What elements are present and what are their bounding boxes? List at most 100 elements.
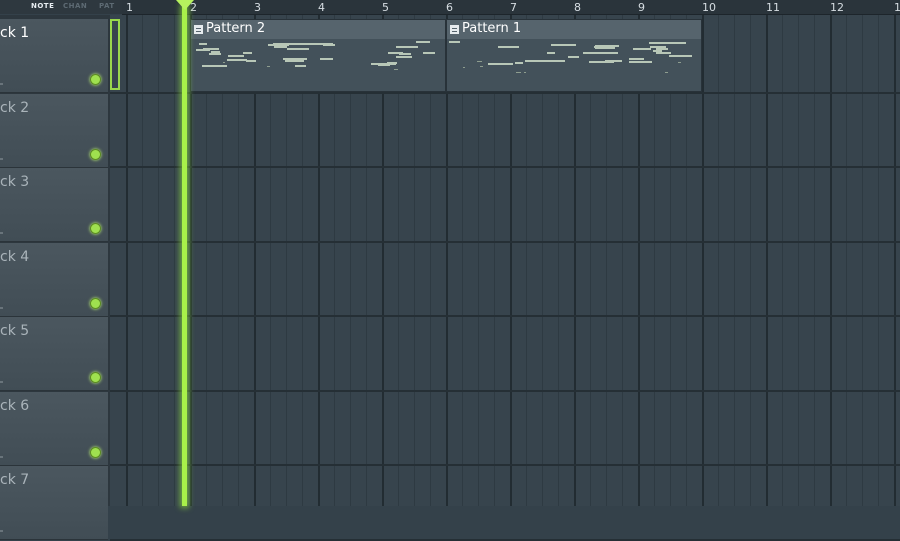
note-mark [283,58,304,60]
pattern-clip-icon[interactable] [194,25,203,34]
track-header[interactable]: ck 5 [0,317,108,391]
grid-line [750,15,751,506]
note-mark [203,48,219,50]
note-mark [666,42,686,44]
note-mark [583,52,604,54]
note-mark [274,46,287,48]
grid-line [862,15,863,506]
pattern-clip-icon[interactable] [450,25,459,34]
note-mark [480,66,483,67]
grid-line [734,15,735,506]
track-divider [110,464,900,466]
grid-line [158,15,159,506]
note-mark [423,52,435,54]
note-mark [605,60,622,62]
track-header[interactable]: ck 7 [0,466,108,540]
track-grip-icon [0,157,3,160]
track-name: ck 5 [0,323,30,339]
note-mark [227,59,247,61]
note-mark [273,43,297,45]
track-header[interactable]: ck 6 [0,391,108,466]
track-grip-icon [0,232,3,234]
note-mark [678,62,681,63]
note-mark [228,55,244,57]
note-mark [295,65,306,67]
note-mark [595,47,615,49]
note-mark [396,46,418,48]
note-mark [209,53,221,55]
ruler-bar-number: 9 [638,1,645,14]
note-mark [243,52,252,54]
clip-header[interactable]: Pattern 1 [447,20,701,39]
note-mark [320,58,333,60]
note-mark [629,61,652,63]
track-grip-icon [0,83,3,85]
track-divider [110,538,900,541]
track-name: ck 3 [0,174,30,190]
pattern-clip[interactable]: Pattern 1 [446,19,702,92]
track-enable-led-icon[interactable] [90,148,101,160]
ruler-bar-number: 12 [830,1,844,14]
track-name: ck 6 [0,397,30,414]
note-mark [285,60,304,62]
clip-title: Pattern 1 [462,21,522,36]
ruler-bar-number: 6 [446,1,453,14]
note-mark [202,65,227,67]
track-divider [110,166,900,168]
playhead-line[interactable] [182,6,187,506]
grid-line [766,15,768,506]
ruler-bar-number: 3 [254,1,261,14]
note-mark [629,58,644,60]
pattern-clip[interactable]: Pattern 2 [190,19,446,92]
track-name: ck 7 [0,472,30,488]
track-grip-icon [0,381,3,383]
track-enable-led-icon[interactable] [90,74,101,85]
note-mark [287,48,309,50]
track-enable-led-icon[interactable] [90,297,101,309]
track-header[interactable]: ck 2 [0,93,108,168]
track-header[interactable]: ck 1 [0,19,108,93]
note-mark [394,69,398,70]
note-mark [525,60,547,62]
note-mark [295,43,320,45]
note-mark [604,52,618,54]
track-headers: ck 1 ck 2 ck 3 ck 4 ck 5 ck 6 ck 7 [0,15,122,540]
note-mark [551,44,576,46]
mode-tab-pat[interactable]: PAT [99,2,115,10]
track-header[interactable]: ck 4 [0,242,108,317]
track-enable-led-icon[interactable] [90,223,101,234]
clip-note-preview [447,39,701,91]
note-mark [653,50,662,52]
ruler-bar-number: 11 [766,1,780,14]
grid-line [878,15,879,506]
track-grip-icon [0,306,3,309]
mode-tab-note[interactable]: NOTE [31,2,54,10]
note-mark [650,46,666,48]
track-divider [110,240,900,243]
ruler-bar-number: 5 [382,1,389,14]
mode-tab-chan[interactable]: CHAN [63,2,87,10]
note-mark [267,66,270,67]
note-mark [246,60,256,62]
note-mark [488,63,513,65]
note-mark [396,56,412,58]
clip-title: Pattern 2 [206,21,266,36]
track-header[interactable]: ck 3 [0,168,108,242]
note-mark [656,52,671,54]
timeline-ruler[interactable]: 12345678910111213 [122,0,900,15]
note-mark [633,48,651,50]
clip-header[interactable]: Pattern 2 [191,20,445,39]
track-enable-led-icon[interactable] [90,372,101,383]
grid-line [846,15,847,506]
note-mark [387,62,397,64]
grid-line [782,15,783,506]
ruler-bar-number: 4 [318,1,325,14]
grid-line [142,15,143,506]
track-enable-led-icon[interactable] [90,446,101,458]
top-bar: NOTE CHAN PAT 12345678910111213 [0,0,900,15]
note-mark [449,41,460,43]
grid-line [798,15,799,506]
playhead-marker-icon[interactable] [176,0,194,10]
grid-line [174,15,175,506]
mode-tabs: NOTE CHAN PAT [0,0,120,14]
